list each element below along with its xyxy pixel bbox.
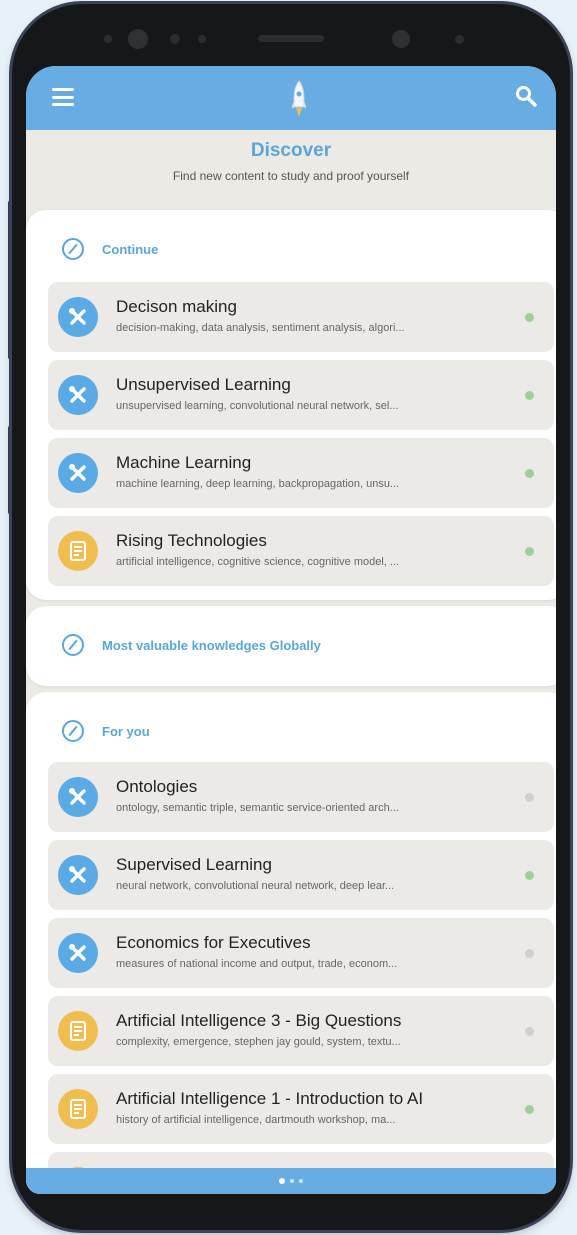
- item-tags: neural network, convolutional neural net…: [116, 880, 395, 892]
- status-dot: [525, 1027, 534, 1036]
- for-you-section-header[interactable]: For you: [62, 720, 150, 742]
- item-title: Ontologies: [116, 777, 198, 796]
- section-title: For you: [102, 723, 150, 739]
- item-title: Unsupervised Learning: [116, 375, 291, 394]
- list-item[interactable]: Ontologies ontology, semantic triple, se…: [48, 762, 554, 832]
- list-item[interactable]: Machine Learning machine learning, deep …: [48, 438, 554, 508]
- bottom-nav-bar: [26, 1168, 556, 1194]
- document-icon: [58, 1089, 98, 1129]
- compass-icon: [62, 720, 84, 742]
- list-item[interactable]: Decison making decision-making, data ana…: [48, 282, 554, 352]
- sensor-dot: [198, 35, 206, 43]
- most-valuable-section-header[interactable]: Most valuable knowledges Globally: [62, 634, 321, 656]
- page-title: Discover: [250, 140, 332, 161]
- app-header: [26, 66, 556, 130]
- status-dot: [525, 949, 534, 958]
- tools-icon: [58, 777, 98, 817]
- earpiece-speaker: [258, 35, 324, 42]
- item-title: Artificial Intelligence 1 - Introduction…: [116, 1089, 424, 1108]
- list-item[interactable]: Economics for Executives measures of nat…: [48, 918, 554, 988]
- status-dot: [525, 391, 534, 400]
- list-item[interactable]: Artificial Intelligence 3 - Big Question…: [48, 996, 554, 1066]
- document-icon: [58, 531, 98, 571]
- page-dot-active[interactable]: [279, 1178, 285, 1184]
- status-dot: [525, 871, 534, 880]
- item-title: Machine Learning: [116, 453, 252, 472]
- page-subtitle: Find new content to study and proof your…: [172, 169, 410, 183]
- list-item[interactable]: Artificial Intelligence 1 - Introduction…: [48, 1074, 554, 1144]
- rocket-icon: [292, 80, 306, 117]
- front-camera: [128, 29, 148, 49]
- tools-icon: [58, 375, 98, 415]
- item-title: Decison making: [116, 297, 237, 316]
- item-title: Supervised Learning: [116, 855, 272, 874]
- continue-section-header[interactable]: Continue: [62, 238, 158, 260]
- item-tags: complexity, emergence, stephen jay gould…: [116, 1036, 401, 1048]
- item-tags: ontology, semantic triple, semantic serv…: [116, 802, 399, 814]
- document-icon: [58, 1011, 98, 1051]
- for-you-section: For you Ontologies ontology, semantic tr…: [26, 692, 556, 1194]
- list-item[interactable]: Rising Technologies artificial intellige…: [48, 516, 554, 586]
- sensor-dot: [170, 34, 180, 44]
- tools-icon: [58, 855, 98, 895]
- item-tags: history of artificial intelligence, dart…: [116, 1114, 396, 1126]
- status-dot: [525, 547, 534, 556]
- item-tags: measures of national income and output, …: [116, 958, 398, 970]
- hamburger-menu-icon[interactable]: [52, 88, 74, 106]
- status-dot: [525, 313, 534, 322]
- page-dot[interactable]: [299, 1179, 303, 1183]
- app-screen: Discover Find new content to study and p…: [26, 66, 556, 1194]
- list-item[interactable]: Supervised Learning neural network, conv…: [48, 840, 554, 910]
- page-dot[interactable]: [290, 1179, 294, 1183]
- tools-icon: [58, 453, 98, 493]
- compass-icon: [62, 238, 84, 260]
- most-valuable-section[interactable]: Most valuable knowledges Globally: [26, 606, 556, 686]
- status-dot: [525, 469, 534, 478]
- status-dot: [525, 1105, 534, 1114]
- section-title: Most valuable knowledges Globally: [102, 637, 321, 653]
- section-title: Continue: [102, 241, 159, 257]
- sensor-dot: [455, 35, 464, 44]
- page-indicator[interactable]: [279, 1178, 303, 1184]
- item-tags: unsupervised learning, convolutional neu…: [116, 400, 399, 412]
- item-tags: decision-making, data analysis, sentimen…: [116, 322, 405, 334]
- discover-header: Discover Find new content to study and p…: [26, 140, 556, 183]
- item-tags: machine learning, deep learning, backpro…: [116, 478, 400, 490]
- item-title: Economics for Executives: [116, 933, 311, 952]
- item-tags: artificial intelligence, cognitive scien…: [116, 556, 400, 568]
- compass-icon: [62, 634, 84, 656]
- sensor-dot: [104, 35, 112, 43]
- phone-frame: Discover Find new content to study and p…: [12, 4, 570, 1230]
- list-item[interactable]: Unsupervised Learning unsupervised learn…: [48, 360, 554, 430]
- item-title: Artificial Intelligence 3 - Big Question…: [116, 1011, 402, 1030]
- tools-icon: [58, 933, 98, 973]
- search-icon[interactable]: [514, 84, 538, 108]
- item-title: Rising Technologies: [116, 531, 267, 550]
- tools-icon: [58, 297, 98, 337]
- iris-scanner: [392, 30, 410, 48]
- phone-top-bezel: [12, 4, 570, 70]
- status-dot: [525, 793, 534, 802]
- continue-section: Continue Decison making decision-making,…: [26, 210, 556, 600]
